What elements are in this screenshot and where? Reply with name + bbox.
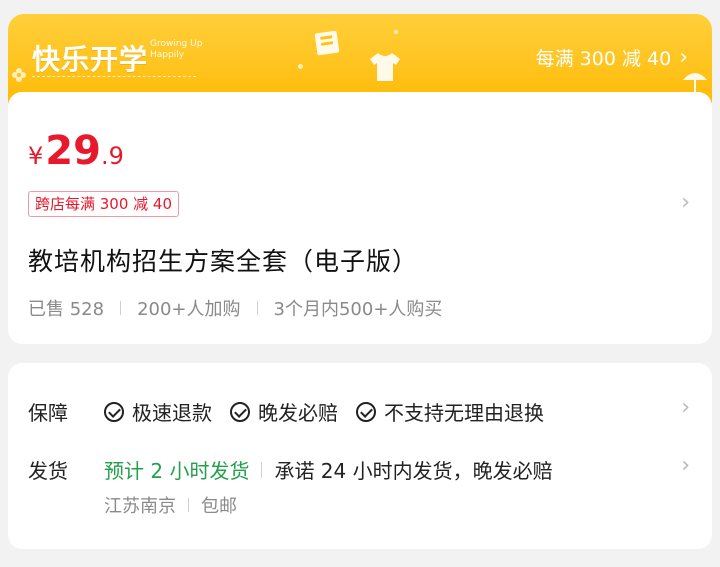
brand-subtitle-line1: Growing Up: [150, 39, 203, 49]
service-card: 保障 极速退款 晚发必赔 不支持无理由退换 › 发货 预计 2 小时发货 承诺 …: [8, 363, 712, 549]
brand-subtitle-line2: Happily: [150, 50, 185, 60]
product-title: 教培机构招生方案全套（电子版）: [28, 247, 419, 276]
check-circle-icon: [356, 401, 376, 422]
guarantee-text: 不支持无理由退换: [384, 401, 544, 425]
shipping-row[interactable]: 预计 2 小时发货 承诺 24 小时内发货，晚发必赔: [104, 455, 553, 484]
cart-count: 200+人加购: [137, 299, 241, 320]
guarantee-item: 极速退款: [104, 397, 212, 426]
guarantee-row[interactable]: 极速退款 晚发必赔 不支持无理由退换: [104, 397, 562, 426]
shipping-estimate: 预计 2 小时发货: [104, 459, 250, 483]
price-currency: ¥: [28, 142, 44, 170]
shipping-label: 发货: [28, 459, 68, 483]
brand-underline: [32, 76, 196, 78]
brand-subtitle: Growing Up Happily: [150, 39, 202, 61]
price-integer: 29: [45, 128, 101, 174]
guarantee-text: 极速退款: [132, 401, 212, 425]
guarantee-item: 不支持无理由退换: [356, 397, 544, 426]
chevron-right-icon[interactable]: ›: [681, 190, 690, 215]
price-decimal: .9: [100, 142, 124, 170]
ship-from-location: 江苏南京: [104, 496, 176, 517]
brand-title: 快乐开学: [32, 43, 149, 76]
sparkle-dot: [394, 30, 398, 34]
tshirt-icon: [370, 53, 400, 81]
chevron-right-icon[interactable]: ›: [681, 395, 690, 420]
promo-text: 每满 300 减 40: [535, 48, 672, 70]
sold-count: 已售 528: [28, 299, 105, 320]
flower-icon: [12, 68, 26, 82]
guarantee-label: 保障: [28, 401, 68, 425]
guarantee-text: 晚发必赔: [258, 401, 338, 425]
check-circle-icon: [230, 401, 250, 422]
product-card: ¥ 29 .9 跨店每满 300 减 40 › 教培机构招生方案全套（电子版） …: [8, 92, 712, 344]
sales-stats: 已售 528 200+人加购 3个月内500+人购买: [28, 295, 442, 321]
shipping-details: 江苏南京 包邮: [104, 492, 237, 518]
guarantee-item: 晚发必赔: [230, 397, 338, 426]
divider: [256, 301, 258, 315]
check-circle-icon: [104, 401, 124, 422]
book-icon: [314, 30, 340, 56]
postage-info: 包邮: [201, 496, 237, 517]
sparkle-dot: [298, 64, 303, 69]
promo-link[interactable]: 每满 300 减 40 ›: [536, 44, 688, 71]
divider: [261, 461, 263, 478]
divider: [120, 301, 122, 315]
chevron-right-icon: ›: [679, 45, 688, 70]
divider: [188, 498, 189, 512]
price: ¥ 29 .9: [28, 128, 124, 174]
purchase-count: 3个月内500+人购买: [273, 299, 443, 320]
shipping-promise: 承诺 24 小时内发货，晚发必赔: [274, 459, 553, 483]
chevron-right-icon[interactable]: ›: [681, 453, 690, 478]
coupon-badge[interactable]: 跨店每满 300 减 40: [28, 191, 180, 217]
